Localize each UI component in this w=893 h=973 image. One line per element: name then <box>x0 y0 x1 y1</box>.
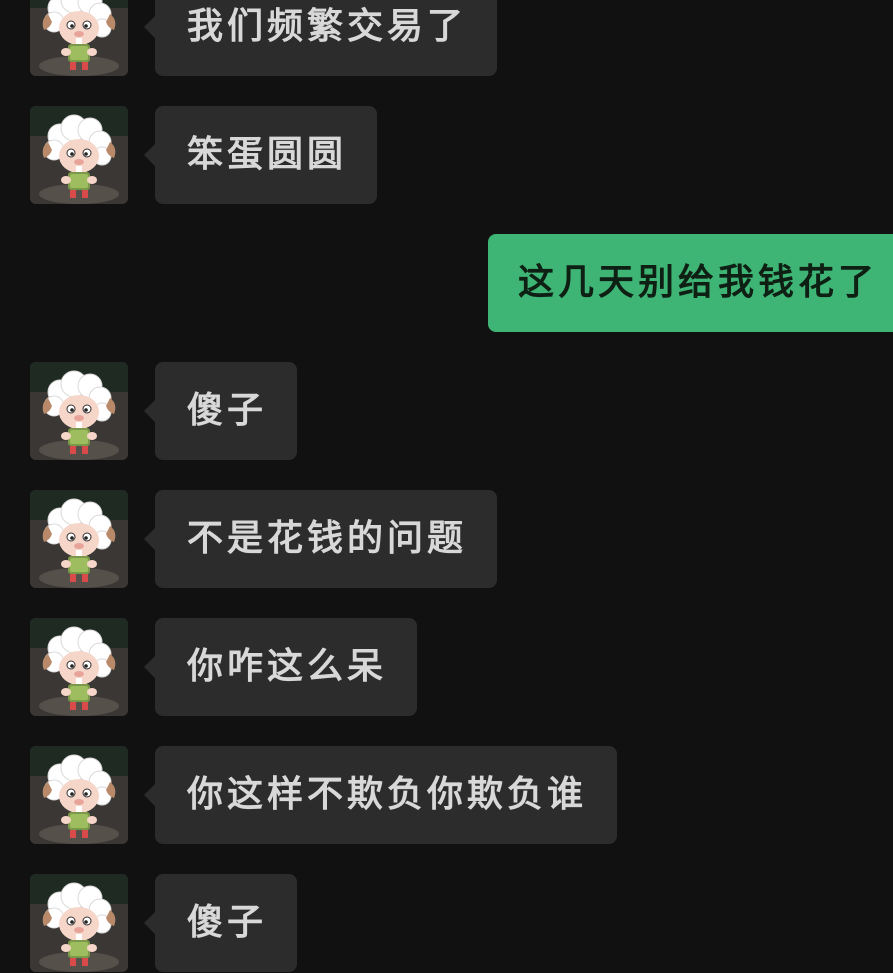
message-bubble-outgoing[interactable]: 这几天别给我钱花了 <box>488 234 893 332</box>
contact-avatar[interactable] <box>30 874 128 972</box>
message-bubble-incoming[interactable]: 傻子 <box>143 874 298 972</box>
sheep-avatar-icon <box>30 618 128 716</box>
contact-avatar[interactable] <box>30 490 128 588</box>
message-row: 你这样不欺负你欺负谁 <box>0 746 893 844</box>
message-row: 不是花钱的问题 <box>0 490 893 588</box>
message-row: 你咋这么呆 <box>0 618 893 716</box>
sheep-avatar-icon <box>30 106 128 204</box>
sheep-avatar-icon <box>30 874 128 972</box>
message-bubble-incoming[interactable]: 傻子 <box>143 362 298 460</box>
chat-message-list: 我们频繁交易了 笨蛋圆圆 这几天别给我钱花了 傻子 不是花钱的问题 你咋这么呆 … <box>0 0 893 973</box>
contact-avatar[interactable] <box>30 618 128 716</box>
message-bubble-incoming[interactable]: 我们频繁交易了 <box>143 0 498 76</box>
sheep-avatar-icon <box>30 0 128 76</box>
message-row: 笨蛋圆圆 <box>0 106 893 204</box>
sheep-avatar-icon <box>30 746 128 844</box>
message-bubble-incoming[interactable]: 你这样不欺负你欺负谁 <box>143 746 618 844</box>
contact-avatar[interactable] <box>30 746 128 844</box>
contact-avatar[interactable] <box>30 362 128 460</box>
message-bubble-incoming[interactable]: 不是花钱的问题 <box>143 490 498 588</box>
message-bubble-incoming[interactable]: 你咋这么呆 <box>143 618 418 716</box>
contact-avatar[interactable] <box>30 106 128 204</box>
sheep-avatar-icon <box>30 362 128 460</box>
message-row-outgoing: 这几天别给我钱花了 <box>0 234 893 332</box>
sheep-avatar-icon <box>30 490 128 588</box>
message-row: 傻子 <box>0 362 893 460</box>
message-row: 傻子 <box>0 874 893 972</box>
message-bubble-incoming[interactable]: 笨蛋圆圆 <box>143 106 378 204</box>
message-row: 我们频繁交易了 <box>0 0 893 76</box>
contact-avatar[interactable] <box>30 0 128 76</box>
